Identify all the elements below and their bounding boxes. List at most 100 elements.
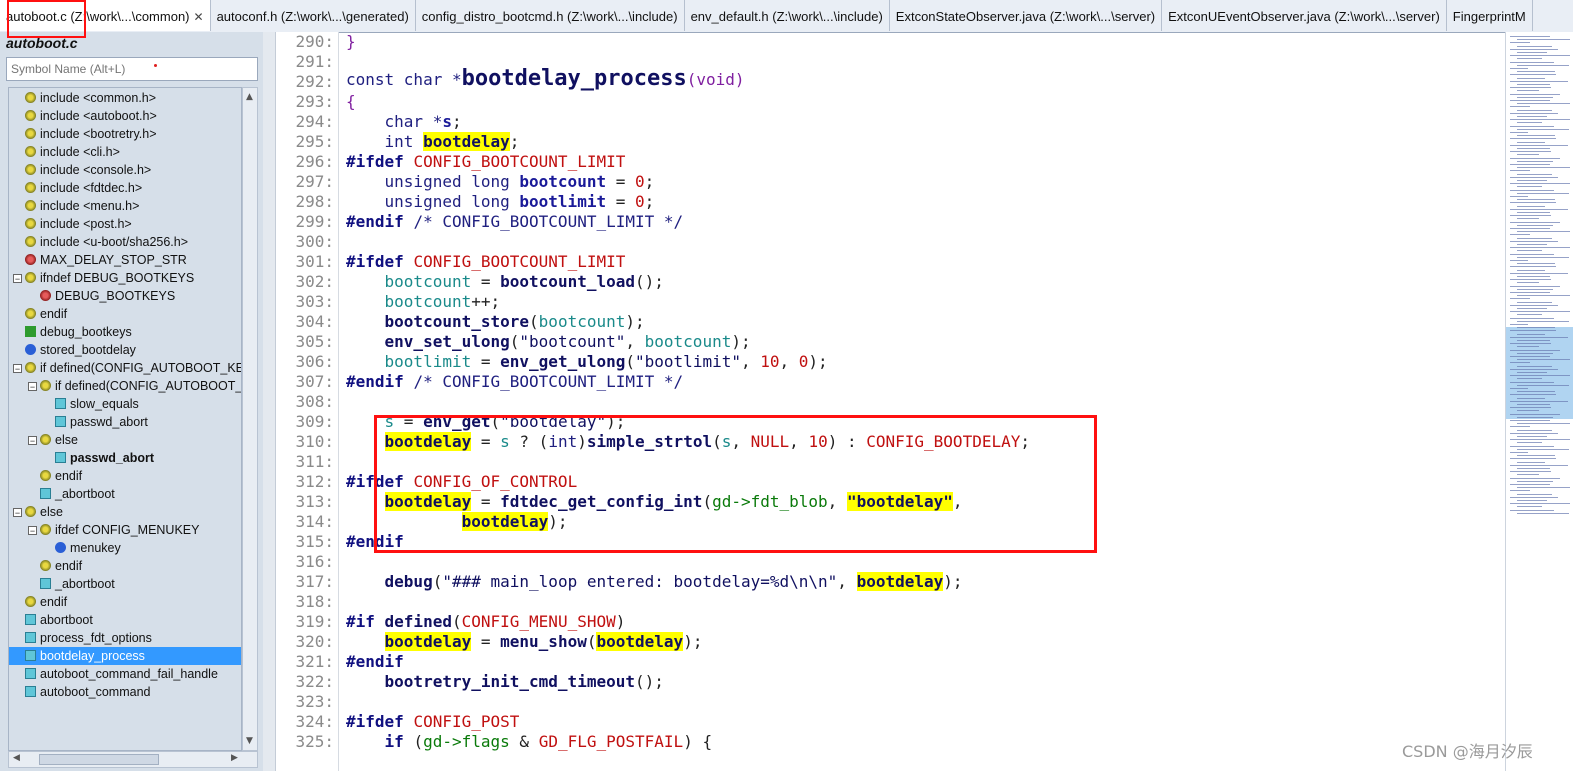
include-icon [25,308,36,319]
close-icon[interactable]: ✕ [194,10,204,24]
line-number: 316: [295,552,334,571]
scroll-right-icon[interactable]: ▶ [231,753,238,763]
tab-5[interactable]: ExtconUEventObserver.java (Z:\work\...\s… [1162,0,1447,31]
code-line: unsigned long bootlimit = 0; [346,192,655,212]
tab-2[interactable]: config_distro_bootcmd.h (Z:\work\...\inc… [416,0,685,31]
tree-item[interactable]: − else [9,503,63,521]
tree-item[interactable]: passwd_abort [9,413,148,431]
line-number: 301: [295,252,334,271]
tab-3[interactable]: env_default.h (Z:\work\...\include) [685,0,890,31]
tab-1[interactable]: autoconf.h (Z:\work\...\generated) [211,0,416,31]
code-line: #ifdef CONFIG_BOOTCOUNT_LIMIT [346,252,625,272]
line-number: 308: [295,392,334,411]
symbol-search-input[interactable] [6,57,258,81]
tree-item-label: endif [55,559,83,573]
minimap-line [1510,87,1551,89]
code-line: bootcount++; [346,292,501,312]
scroll-left-icon[interactable]: ◀ [13,753,20,763]
tree-item[interactable]: abortboot [9,611,93,629]
tree-item[interactable]: MAX_DELAY_STOP_STR [9,251,187,269]
minimap-line [1510,48,1558,50]
code-line: #ifdef CONFIG_POST [346,712,519,732]
minimap-line [1517,468,1550,469]
tree-item[interactable]: include <fdtdec.h> [9,179,142,197]
tree-item[interactable]: endif [9,557,82,575]
minimap-line [1510,439,1570,441]
minimap-line [1510,413,1560,415]
tree-item[interactable]: _abortboot [9,575,115,593]
symbol-panel: autoboot.c include <common.h>include <au… [0,32,263,771]
code-token: bootcount_load [500,272,635,291]
tree-vertical-scrollbar[interactable]: ▲ ▼ [242,87,258,751]
tree-item-label: passwd_abort [70,415,148,429]
minimap-line [1517,154,1539,156]
tree-item-label: include <bootretry.h> [40,127,157,141]
code-editor[interactable]: } const char *bootdelay_process(void){ ch… [346,32,1496,771]
minimap-line [1510,61,1554,63]
minimap-line [1517,436,1547,437]
tree-item[interactable]: include <u-boot/sha256.h> [9,233,188,251]
code-token: defined [384,612,452,631]
tree-item[interactable]: endif [9,467,82,485]
collapse-icon[interactable]: − [28,526,37,536]
scroll-down-icon[interactable]: ▼ [246,736,253,746]
code-line: const char *bootdelay_process(void) [346,66,745,91]
tree-item[interactable]: DEBUG_BOOTKEYS [9,287,175,305]
tree-item[interactable]: slow_equals [9,395,139,413]
collapse-icon[interactable]: − [28,436,37,446]
minimap-line [1510,349,1560,351]
tree-item[interactable]: include <cli.h> [9,143,120,161]
collapse-icon[interactable]: − [13,364,22,374]
tree-item[interactable]: debug_bootkeys [9,323,132,341]
minimap-line [1517,103,1570,105]
tree-item[interactable]: − if defined(CONFIG_AUTOBOOT_KEY [9,359,241,377]
minimap-line [1517,333,1545,335]
code-token: bootdelay_process [461,66,687,91]
tree-horizontal-scrollbar[interactable]: ◀ ▶ [8,751,258,768]
tree-item[interactable]: include <console.h> [9,161,151,179]
tree-item[interactable]: autoboot_command [9,683,151,701]
tree-item[interactable]: autoboot_command_fail_handle [9,665,218,683]
tree-item[interactable]: include <menu.h> [9,197,139,215]
tree-item[interactable]: menukey [9,539,121,557]
tree-item[interactable]: − ifdef CONFIG_MENUKEY [9,521,199,539]
tree-item[interactable]: include <bootretry.h> [9,125,157,143]
line-number: 297: [295,172,334,191]
minimap-line [1510,432,1558,434]
tree-item[interactable]: endif [9,593,67,611]
collapse-icon[interactable]: − [13,508,22,518]
minimap-line [1517,493,1552,495]
tree-item[interactable]: passwd_abort [9,449,154,467]
code-line: bootretry_init_cmd_timeout(); [346,672,664,692]
line-number: 306: [295,352,334,371]
minimap-line [1517,256,1569,258]
code-line: #endif /* CONFIG_BOOTCOUNT_LIMIT */ [346,372,683,392]
tree-item[interactable]: include <post.h> [9,215,132,233]
minimap-line [1510,202,1556,204]
tab-4[interactable]: ExtconStateObserver.java (Z:\work\...\se… [890,0,1163,31]
tree-item[interactable]: − ifndef DEBUG_BOOTKEYS [9,269,194,287]
scroll-up-icon[interactable]: ▲ [246,92,253,102]
symbol-tree[interactable]: include <common.h> include <autoboot.h> in… [8,87,242,751]
line-number: 324: [295,712,334,731]
code-token: CONFIG_MENU_SHOW [461,612,616,631]
tree-item[interactable]: endif [9,305,67,323]
tree-item[interactable]: bootdelay_process [9,647,241,665]
tab-6[interactable]: FingerprintM [1447,0,1533,31]
minimap-line [1517,397,1545,399]
code-token: CONFIG_BOOTCOUNT_LIMIT [413,152,626,171]
tree-item[interactable]: stored_bootdelay [9,341,136,359]
function-icon [25,650,36,661]
tree-item[interactable]: _abortboot [9,485,115,503]
tree-item[interactable]: include <autoboot.h> [9,107,157,125]
code-minimap[interactable] [1505,32,1573,771]
scroll-thumb[interactable] [39,754,159,765]
collapse-icon[interactable]: − [28,382,37,392]
minimap-line [1517,263,1555,265]
tree-item[interactable]: include <common.h> [9,89,156,107]
tree-item[interactable]: − if defined(CONFIG_AUTOBOOT_S [9,377,241,395]
tree-item[interactable]: process_fdt_options [9,629,152,647]
minimap-line [1517,288,1553,290]
tree-item[interactable]: − else [9,431,78,449]
collapse-icon[interactable]: − [13,274,22,284]
